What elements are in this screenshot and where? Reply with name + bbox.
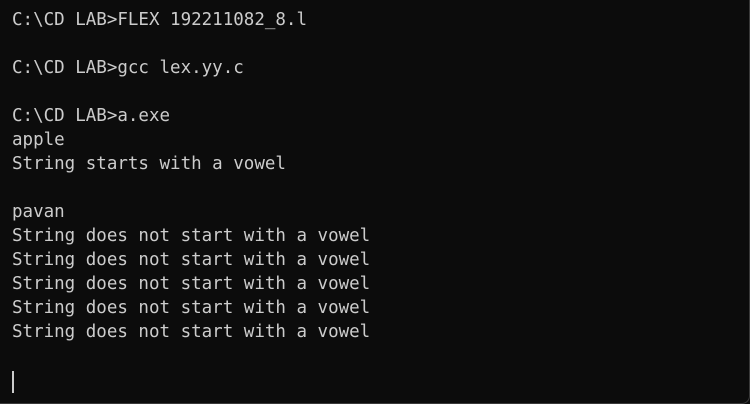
text-cursor[interactable] — [12, 371, 14, 393]
output-line: String does not start with a vowel — [12, 226, 371, 246]
output-line: String starts with a vowel — [12, 154, 286, 174]
output-line: String does not start with a vowel — [12, 322, 371, 342]
terminal-window[interactable]: C:\CD LAB>FLEX 192211082_8.l C:\CD LAB>g… — [0, 0, 750, 404]
command-line: C:\CD LAB>FLEX 192211082_8.l — [12, 10, 308, 30]
command-line: C:\CD LAB>a.exe — [12, 106, 171, 126]
input-line: apple — [12, 130, 65, 150]
output-line: String does not start with a vowel — [12, 250, 371, 270]
input-line: pavan — [12, 202, 65, 222]
command-line: C:\CD LAB>gcc lex.yy.c — [12, 58, 244, 78]
output-line: String does not start with a vowel — [12, 298, 371, 318]
output-line: String does not start with a vowel — [12, 274, 371, 294]
terminal-output: C:\CD LAB>FLEX 192211082_8.l C:\CD LAB>g… — [12, 8, 749, 403]
